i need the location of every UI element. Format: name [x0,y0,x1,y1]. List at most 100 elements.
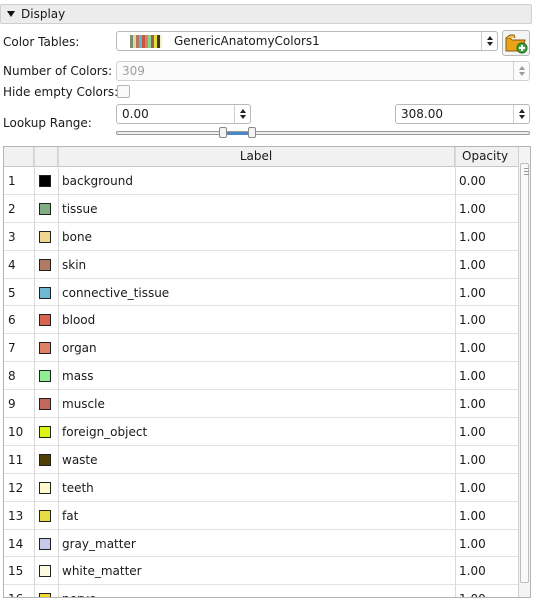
row-index: 4 [8,257,16,272]
row-opacity[interactable]: 0.00 [459,174,486,188]
row-label[interactable]: white_matter [62,564,142,578]
row-label[interactable]: nerve [62,592,96,597]
lookup-range-min-handle[interactable] [219,127,227,138]
table-row[interactable]: 5 connective_tissue 1.00 [4,279,518,307]
color-swatch[interactable] [39,398,51,411]
row-opacity[interactable]: 1.00 [459,313,486,327]
table-row[interactable]: 6 blood 1.00 [4,306,518,335]
color-swatch[interactable] [39,453,51,466]
lookup-range-slider-track[interactable] [116,131,530,135]
color-swatch[interactable] [39,426,51,439]
lookup-range-min-spinbox[interactable]: 0.00 [116,104,251,124]
scrollbar-thumb[interactable] [520,163,529,583]
table-row[interactable]: 13 fat 1.00 [4,502,518,530]
color-table-preview-strip [130,35,162,48]
table-row[interactable]: 3 bone 1.00 [4,223,518,251]
row-opacity[interactable]: 1.00 [459,564,486,578]
row-label[interactable]: skin [62,258,86,272]
color-swatch[interactable] [39,202,51,215]
row-label[interactable]: organ [62,341,97,355]
table-body: 1 background 0.00 2 tissue 1.00 3 bone 1.00 4 skin… [4,167,518,597]
lookup-range-max-spinbox[interactable]: 308.00 [395,104,530,124]
color-swatch[interactable] [39,314,51,327]
row-label[interactable]: connective_tissue [62,286,169,300]
color-swatch[interactable] [39,175,51,187]
row-index: 10 [8,425,24,440]
table-row[interactable]: 1 background 0.00 [4,167,518,195]
table-row[interactable]: 8 mass 1.00 [4,362,518,391]
table-row[interactable]: 15 white_matter 1.00 [4,557,518,586]
hide-empty-colors-checkbox[interactable] [117,85,130,98]
hide-empty-colors-label: Hide empty Colors: [3,85,119,99]
color-swatch[interactable] [39,258,51,271]
column-divider [455,147,456,597]
color-swatch[interactable] [39,481,51,494]
lookup-range-min-arrows[interactable] [234,105,250,123]
table-row[interactable]: 14 gray_matter 1.00 [4,530,518,558]
row-opacity[interactable]: 1.00 [459,425,486,439]
row-opacity[interactable]: 1.00 [459,537,486,551]
row-opacity[interactable]: 1.00 [459,369,486,383]
table-row[interactable]: 4 skin 1.00 [4,251,518,279]
row-label[interactable]: foreign_object [62,425,147,439]
color-swatch[interactable] [39,593,51,597]
color-swatch[interactable] [39,509,51,522]
row-index: 5 [8,285,16,300]
lookup-range-min-value: 0.00 [122,107,149,121]
row-label[interactable]: gray_matter [62,537,136,551]
color-swatch[interactable] [39,370,51,383]
row-opacity[interactable]: 1.00 [459,202,486,216]
row-index: 9 [8,397,16,412]
color-swatch[interactable] [39,537,51,550]
lookup-range-max-value: 308.00 [401,107,443,121]
collapse-triangle-icon [7,11,15,17]
table-row[interactable]: 2 tissue 1.00 [4,195,518,223]
row-label[interactable]: mass [62,369,94,383]
row-label[interactable]: tissue [62,202,98,216]
table-row[interactable]: 7 organ 1.00 [4,334,518,363]
row-opacity[interactable]: 1.00 [459,341,486,355]
row-label[interactable]: muscle [62,397,105,411]
lookup-range-max-arrows[interactable] [513,105,529,123]
combobox-arrows[interactable] [481,32,497,50]
row-opacity[interactable]: 1.00 [459,453,486,467]
table-row[interactable]: 9 muscle 1.00 [4,390,518,419]
row-label[interactable]: bone [62,230,92,244]
row-opacity[interactable]: 1.00 [459,230,486,244]
row-opacity[interactable]: 1.00 [459,397,486,411]
row-opacity[interactable]: 1.00 [459,481,486,495]
row-label[interactable]: waste [62,453,98,467]
color-swatch[interactable] [39,565,51,578]
color-swatch[interactable] [39,342,51,355]
label-column-header[interactable]: Label [58,147,455,166]
color-table-view[interactable]: Label Opacity 1 background 0.00 2 tissue 1.00… [3,146,531,598]
table-row[interactable]: 12 teeth 1.00 [4,474,518,502]
row-label[interactable]: blood [62,313,95,327]
table-row[interactable]: 11 waste 1.00 [4,446,518,474]
display-section-header[interactable]: Display [0,4,532,24]
row-opacity[interactable]: 1.00 [459,258,486,272]
color-table-combobox[interactable]: GenericAnatomyColors1 [116,31,498,51]
row-label[interactable]: teeth [62,481,94,495]
row-opacity[interactable]: 1.00 [459,286,486,300]
table-vertical-scrollbar[interactable] [518,147,530,597]
table-row[interactable]: 16 nerve 1.00 [4,585,518,597]
row-index: 8 [8,369,16,384]
opacity-column-header[interactable]: Opacity [455,147,518,166]
lookup-range-max-handle[interactable] [248,127,256,138]
table-row[interactable]: 10 foreign_object 1.00 [4,418,518,446]
row-label[interactable]: fat [62,509,78,523]
column-divider [58,147,59,597]
color-swatch[interactable] [39,286,51,299]
color-column-header[interactable] [34,147,58,166]
row-opacity[interactable]: 1.00 [459,509,486,523]
color-table-value: GenericAnatomyColors1 [174,34,320,48]
row-label[interactable]: background [62,174,133,188]
number-of-colors-arrows[interactable] [513,62,529,80]
index-column-header[interactable] [4,147,34,166]
number-of-colors-spinbox[interactable]: 309 [116,61,530,81]
color-swatch[interactable] [39,230,51,243]
row-index: 14 [8,536,24,551]
load-color-table-button[interactable] [502,30,530,56]
row-opacity[interactable]: 1.00 [459,592,486,597]
